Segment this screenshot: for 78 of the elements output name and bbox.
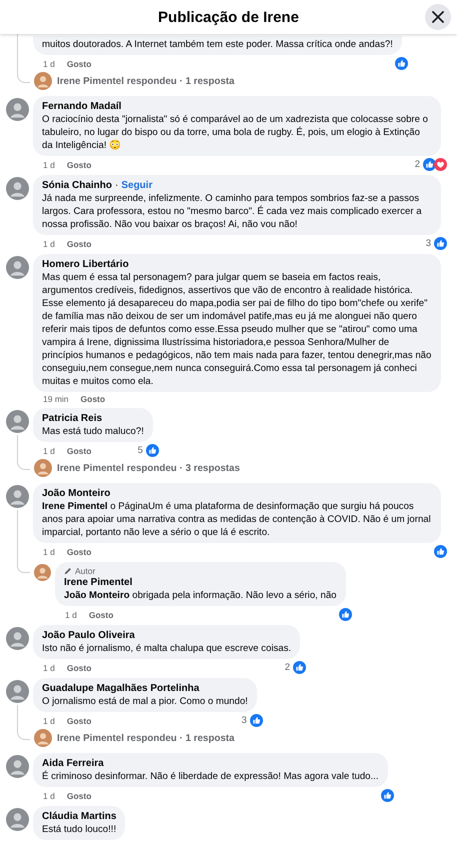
avatar[interactable] <box>6 680 29 703</box>
author-name[interactable]: Sónia Chainho <box>42 179 112 192</box>
comment-text: Mas está tudo maluco?! <box>42 425 144 438</box>
like-link[interactable]: Gosto <box>66 446 92 456</box>
comment-text: João Monteiro obrigada pela informação. Não levo a sério, não <box>64 589 336 602</box>
comment-text: É criminoso desinformar. Não é liberdade de expressão! Mas agora vale tudo... <box>42 770 378 783</box>
comment-time[interactable]: 1 d <box>43 238 55 248</box>
author-name[interactable]: João Monteiro <box>42 487 110 500</box>
avatar[interactable] <box>34 564 51 581</box>
reaction-count: 3 <box>426 238 431 249</box>
author-name[interactable]: Patricia Reis <box>42 412 102 425</box>
avatar[interactable] <box>6 177 29 200</box>
author-name[interactable]: João Paulo Oliveira <box>42 629 135 642</box>
avatar[interactable] <box>6 755 29 778</box>
comment-text: Mas quem é essa tal personagem? para julgar quem se baseia em factos reais, argumentos credíveis, fidedignos, assertivos que vão de encontro à realidade histórica. Esse elemento já desapareceu do mapa,podia ser pai de filho do tipo bom"chefe ou xerife" de família mas não deixou de ser um indomável patife,mas eu já me alonguei não quero referir mais tipos de defuntos como esse.Essa pseudo mulher que se "atirou" como uma vampira á Irene, dignissima Ilustríssima historiadora,e pessoa Senhora/Mulher de princípios humanos e pedagógicos, não tem mais nada para fazer, tentou denegrir,mas não conseguiu,nem consegue,nem nunca conseguirá.Como essa tal personagem já conheci muitas e muitos como ela. <box>42 271 432 388</box>
pencil-icon <box>64 567 72 575</box>
author-name[interactable]: Aida Ferreira <box>42 757 104 770</box>
reaction-count: 5 <box>138 445 143 456</box>
like-link[interactable]: Gosto <box>80 394 106 404</box>
comment-time[interactable]: 1 d <box>43 790 55 800</box>
close-button[interactable] <box>425 4 451 30</box>
like-link[interactable]: Gosto <box>66 160 92 170</box>
comment-text: Já nada me surpreende, infelizmente. O caminho para tempos sombrios faz-se a passos largos. Cara professora, estou no "mesmo barco". É cada vez mais complicado exercer a nossa profissão. Não vou baixar os braços! Ai, não vou não! <box>42 192 423 231</box>
author-name[interactable]: Irene Pimentel <box>64 576 132 589</box>
comment-text: Irene Pimentel o PáginaUm é uma plataforma de desinformação que surgiu há poucos anos para apoiar uma narrativa contra as medidas de contenção à COVID. Não é um jornal imparcial, portanto não leve a sério o que lá é escrito. <box>42 500 432 539</box>
replies-link[interactable]: Irene Pimentel respondeu · 1 resposta <box>57 732 234 744</box>
like-icon <box>146 444 159 457</box>
avatar[interactable] <box>6 98 29 121</box>
like-link[interactable]: Gosto <box>66 238 92 248</box>
separator-dot: · <box>115 179 118 192</box>
avatar[interactable] <box>6 808 29 831</box>
like-icon <box>293 661 306 674</box>
like-icon <box>434 237 447 250</box>
comment-time[interactable]: 1 d <box>43 716 55 726</box>
author-label: Autor <box>75 566 96 576</box>
like-link[interactable]: Gosto <box>66 790 92 800</box>
avatar[interactable] <box>6 256 29 279</box>
like-link[interactable]: Gosto <box>66 716 92 726</box>
avatar[interactable] <box>6 485 29 508</box>
comment-time[interactable]: 1 d <box>43 546 55 556</box>
comment-time[interactable]: 1 d <box>43 446 55 456</box>
like-link[interactable]: Gosto <box>66 58 92 68</box>
reaction-count: 3 <box>242 715 247 726</box>
author-name[interactable]: Guadalupe Magalhães Portelinha <box>42 682 200 695</box>
like-icon <box>380 789 394 802</box>
comment-time[interactable]: 1 d <box>65 610 77 620</box>
avatar[interactable] <box>34 729 52 747</box>
like-icon <box>250 714 263 727</box>
replies-link[interactable]: Irene Pimentel respondeu · 3 respostas <box>57 462 240 474</box>
like-icon <box>338 608 352 621</box>
author-name[interactable]: Fernando Madaíl <box>42 100 122 113</box>
author-name[interactable]: Cláudia Martins <box>42 810 116 823</box>
like-link[interactable]: Gosto <box>88 610 114 620</box>
author-name[interactable]: Homero Libertário <box>42 258 129 271</box>
replies-link[interactable]: Irene Pimentel respondeu · 1 resposta <box>57 76 234 86</box>
like-link[interactable]: Gosto <box>66 662 92 672</box>
avatar[interactable] <box>34 72 52 90</box>
comment-time[interactable]: 1 d <box>43 58 55 68</box>
avatar[interactable] <box>34 459 52 477</box>
comment-text: muitos doutorados. A Internet também tem este poder. Massa crítica onde andas?! <box>42 38 393 51</box>
like-icon <box>423 158 436 171</box>
comment-time[interactable]: 1 d <box>43 662 55 672</box>
comment-time[interactable]: 19 min <box>43 394 69 404</box>
reaction-count: 2 <box>284 662 290 673</box>
comment-time[interactable]: 1 d <box>43 160 55 170</box>
avatar[interactable] <box>6 627 29 650</box>
comment-text: Isto não é jornalismo, é malta chalupa que escreve coisas. <box>42 642 292 655</box>
comment-text: O raciocínio desta "jornalista" só é comparável ao de um xadrezista que colocasse sobre o tabuleiro, no lugar do bispo ou da torre, uma bola de rugby. É, pois, um elogio à Extinção da Inteligência! 😳 <box>42 113 429 152</box>
follow-link[interactable]: Seguir <box>121 179 152 192</box>
comment-text: Está tudo louco!!! <box>42 823 116 836</box>
dialog-title: Publicação de Irene <box>158 8 299 26</box>
like-icon <box>434 545 447 558</box>
reaction-count: 2 <box>414 159 420 170</box>
close-icon <box>432 11 444 23</box>
comment-text: O jornalismo está de mal a pior. Como o mundo! <box>42 695 248 708</box>
like-link[interactable]: Gosto <box>66 546 92 556</box>
avatar[interactable] <box>6 410 29 433</box>
like-icon <box>394 57 408 70</box>
